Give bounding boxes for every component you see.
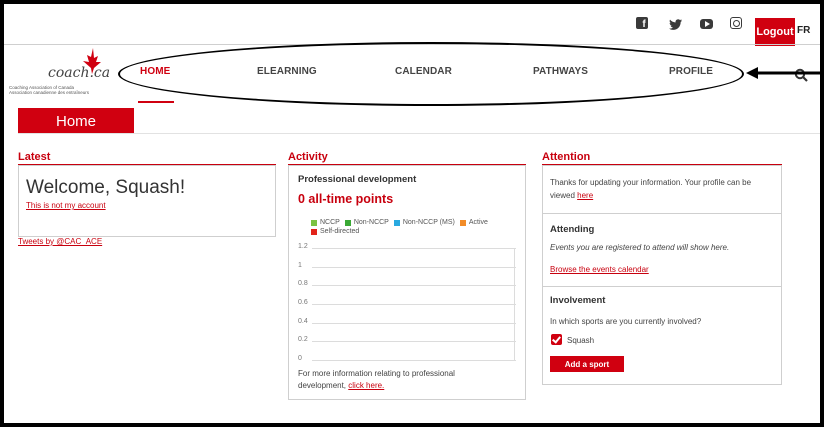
grid-line	[312, 360, 516, 361]
coach-ca-logo[interactable]: coach.ca Coaching Association of Canada …	[9, 48, 129, 98]
y-tick-label: 0.6	[298, 299, 308, 306]
utility-bar: f Logout FR	[4, 4, 820, 46]
chart-legend-row-2: Self-directed	[311, 228, 359, 235]
browse-events-link[interactable]: Browse the events calendar	[550, 265, 649, 274]
page-title: Home	[18, 108, 134, 134]
legend-label-non-nccp-ms: Non-NCCP (MS)	[402, 219, 455, 226]
squash-checkbox[interactable]	[551, 334, 562, 345]
y-tick-label: 0	[298, 355, 302, 362]
language-toggle[interactable]: FR	[797, 25, 810, 36]
twitter-icon[interactable]	[668, 17, 682, 31]
chart-right-border	[514, 248, 515, 360]
involvement-question: In which sports are you currently involv…	[550, 317, 702, 326]
legend-swatch-non-nccp-ms	[393, 219, 400, 226]
legend-label-non-nccp: Non-NCCP	[353, 219, 389, 226]
legend-swatch-non-nccp	[344, 219, 351, 226]
pd-info-text-2-label: development,	[298, 381, 347, 390]
tweets-link[interactable]: Tweets by @CAC_ACE	[18, 237, 102, 246]
browser-viewport: f Logout FR coach.ca Coaching Associatio…	[4, 4, 820, 423]
instagram-icon[interactable]	[730, 17, 742, 29]
attention-heading: Attention	[542, 151, 591, 163]
add-sport-button[interactable]: Add a sport	[550, 356, 624, 372]
involvement-heading: Involvement	[550, 295, 606, 306]
activity-heading: Activity	[288, 151, 328, 163]
grid-line	[312, 322, 516, 324]
legend-label-nccp: NCCP	[320, 219, 340, 226]
facebook-icon[interactable]: f	[636, 17, 648, 30]
y-tick-label: 0.2	[298, 336, 308, 344]
grid-line	[312, 266, 516, 268]
latest-heading: Latest	[18, 151, 51, 163]
profile-here-link[interactable]: here	[577, 191, 593, 200]
y-tick-label: 1	[298, 261, 302, 269]
logo-subtitle-fr: Association canadienne des entraîneurs	[9, 90, 90, 95]
y-tick-label: 0.8	[298, 280, 308, 288]
logout-button[interactable]: Logout	[755, 18, 795, 46]
chart-legend: NCCP Non-NCCP Non-NCCP (MS) Active	[311, 219, 488, 226]
legend-swatch-active	[459, 219, 466, 226]
y-tick-label: 1.2	[298, 243, 308, 250]
grid-line	[312, 285, 516, 287]
grid-line	[312, 341, 516, 343]
welcome-message: Welcome, Squash!	[26, 177, 186, 198]
attention-divider-2	[542, 286, 782, 287]
points-total: 0 all-time points	[298, 192, 394, 206]
squash-label: Squash	[567, 336, 595, 345]
profile-updated-text: Thanks for updating your information. Yo…	[550, 178, 752, 187]
pd-heading: Professional development	[298, 174, 417, 185]
legend-swatch-self-directed	[311, 228, 317, 235]
legend-label-active: Active	[468, 219, 488, 226]
banner-divider	[18, 133, 820, 134]
attention-divider-1	[542, 213, 782, 214]
legend-swatch-nccp	[311, 219, 317, 226]
profile-updated-text-2: viewed here	[550, 190, 593, 201]
grid-line	[312, 248, 516, 249]
attending-text: Events you are registered to attend will…	[550, 243, 730, 252]
youtube-icon[interactable]	[699, 17, 713, 31]
highlight-ellipse	[118, 42, 744, 106]
pd-info-text: For more information relating to profess…	[298, 369, 455, 378]
legend-label-self-directed: Self-directed	[320, 228, 360, 235]
pd-info-text-2: development, click here.	[298, 380, 384, 391]
pd-click-here-link[interactable]: click here.	[348, 381, 384, 390]
y-tick-label: 0.4	[298, 317, 308, 325]
logo-wordmark: coach.ca	[48, 65, 111, 81]
profile-updated-text-2-label: viewed	[550, 191, 575, 200]
active-nav-indicator	[138, 101, 174, 103]
attending-heading: Attending	[550, 224, 595, 235]
not-my-account-link[interactable]: This is not my account	[26, 201, 106, 210]
annotation-arrow	[746, 67, 820, 79]
grid-line	[312, 304, 516, 305]
